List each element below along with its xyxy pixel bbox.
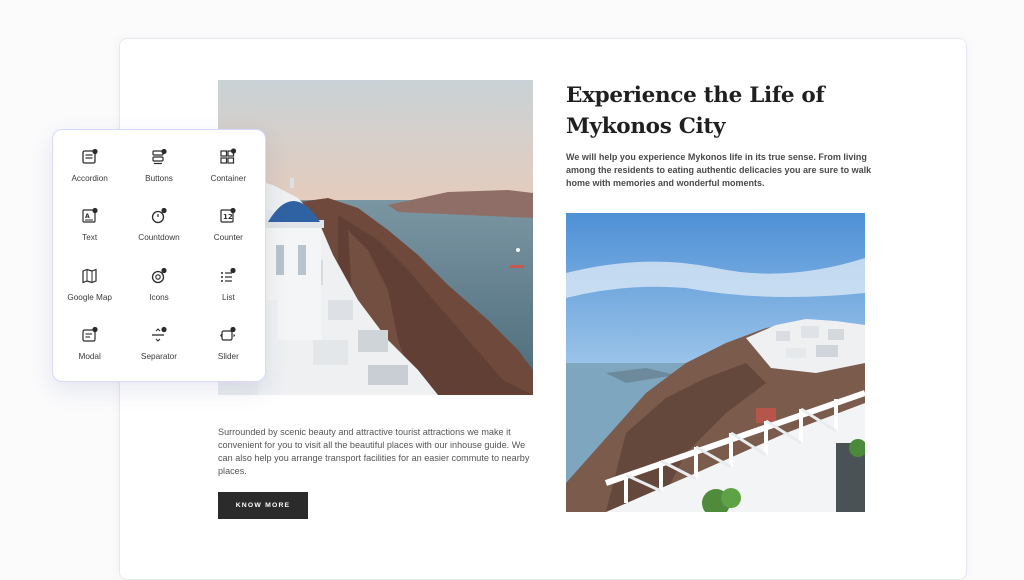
widget-label: List [221, 292, 235, 302]
widget-label: Icons [149, 292, 169, 302]
widget-label: Modal [78, 351, 101, 361]
page-title: Experience the Life of Mykonos City [566, 83, 825, 139]
widget-icons[interactable]: Icons [124, 255, 193, 314]
container-icon [220, 148, 237, 164]
buttons-icon [152, 149, 167, 165]
separator-icon [151, 326, 167, 342]
widget-separator[interactable]: Separator [124, 314, 193, 373]
counter-icon: 12 [220, 208, 236, 223]
widgets-panel: Accordion Buttons Container A Text Count… [52, 129, 266, 382]
intro-text: We will help you experience Mykonos life… [566, 152, 872, 189]
icons-icon [151, 267, 167, 283]
widget-label: Countdown [138, 233, 180, 243]
widget-label: Counter [213, 233, 243, 243]
widget-label: Slider [217, 351, 239, 361]
svg-text:A: A [85, 213, 90, 220]
widget-label: Google Map [67, 292, 112, 302]
widget-text[interactable]: A Text [55, 195, 124, 254]
widget-accordion[interactable]: Accordion [55, 136, 124, 195]
text-icon: A [82, 208, 98, 223]
widget-modal[interactable]: Modal [55, 314, 124, 373]
widget-countdown[interactable]: Countdown [124, 195, 193, 254]
accordion-icon [82, 149, 98, 164]
description-paragraph: Surrounded by scenic beauty and attracti… [218, 427, 530, 477]
slider-icon [220, 326, 236, 341]
widget-label: Accordion [71, 174, 108, 184]
know-more-button[interactable]: KNOW MORE [218, 492, 308, 519]
list-icon [221, 267, 236, 282]
widget-buttons[interactable]: Buttons [124, 136, 193, 195]
widget-label: Container [210, 174, 247, 184]
map-icon [82, 268, 97, 283]
svg-text:12: 12 [223, 213, 233, 221]
countdown-icon [151, 208, 167, 224]
widget-container[interactable]: Container [194, 136, 263, 195]
santorini-terrace-photo [566, 213, 865, 512]
modal-icon [82, 326, 98, 342]
widget-slider[interactable]: Slider [194, 314, 263, 373]
widget-label: Buttons [145, 174, 173, 184]
widget-label: Text [82, 233, 98, 243]
widget-label: Separator [141, 351, 177, 361]
widget-list[interactable]: List [194, 255, 263, 314]
widget-google-map[interactable]: Google Map [55, 255, 124, 314]
widget-counter[interactable]: 12 Counter [194, 195, 263, 254]
